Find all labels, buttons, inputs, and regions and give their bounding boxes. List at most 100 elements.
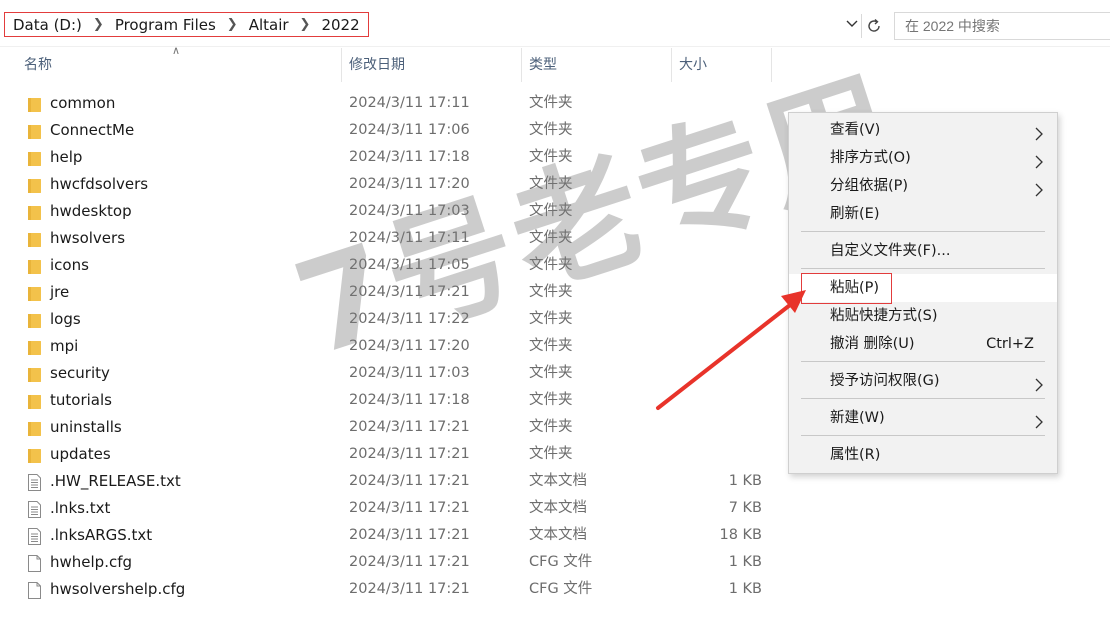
breadcrumb[interactable]: Data (D:) ❯ Program Files ❯ Altair ❯ 202… (4, 12, 369, 37)
file-type: 文本文档 (529, 527, 587, 543)
context-menu-item[interactable]: 自定义文件夹(F)... (789, 237, 1057, 265)
file-date: 2024/3/11 17:20 (349, 338, 470, 354)
file-row[interactable]: ConnectMe 2024/3/11 17:06 文件夹 (0, 117, 780, 144)
context-menu-item[interactable]: 属性(R) (789, 441, 1057, 469)
column-header-size[interactable]: 大小 (679, 48, 707, 82)
file-date: 2024/3/11 17:21 (349, 473, 470, 489)
chevron-down-icon[interactable] (843, 16, 861, 34)
file-row[interactable]: hwhelp.cfg 2024/3/11 17:21 CFG 文件 1 KB (0, 549, 780, 576)
menu-item-label: 自定义文件夹(F)... (830, 243, 951, 259)
context-menu-item[interactable]: 分组依据(P) (789, 172, 1057, 200)
folder-icon (27, 230, 42, 247)
file-type: 文件夹 (529, 392, 573, 408)
breadcrumb-drive[interactable]: Data (D:) (11, 16, 84, 34)
file-date: 2024/3/11 17:05 (349, 257, 470, 273)
file-name: mpi (50, 337, 79, 355)
file-row[interactable]: updates 2024/3/11 17:21 文件夹 (0, 441, 780, 468)
file-row[interactable]: uninstalls 2024/3/11 17:21 文件夹 (0, 414, 780, 441)
menu-separator (801, 268, 1045, 269)
file-row[interactable]: hwsolvers 2024/3/11 17:11 文件夹 (0, 225, 780, 252)
folder-icon (27, 311, 42, 328)
breadcrumb-altair[interactable]: Altair (247, 16, 291, 34)
file-name: icons (50, 256, 89, 274)
divider (0, 46, 1110, 47)
file-size: 18 KB (719, 527, 762, 543)
chevron-right-icon[interactable]: ❯ (84, 17, 113, 32)
file-row[interactable]: icons 2024/3/11 17:05 文件夹 (0, 252, 780, 279)
column-divider[interactable] (341, 48, 342, 82)
chevron-right-icon[interactable]: ❯ (291, 17, 320, 32)
blank-file-icon (27, 581, 42, 599)
file-row[interactable]: security 2024/3/11 17:03 文件夹 (0, 360, 780, 387)
chevron-right-icon (1033, 374, 1045, 392)
file-name: security (50, 364, 110, 382)
folder-icon (27, 365, 42, 382)
file-type: 文件夹 (529, 203, 573, 219)
context-menu-item[interactable]: 排序方式(O) (789, 144, 1057, 172)
file-size: 1 KB (728, 554, 762, 570)
file-date: 2024/3/11 17:11 (349, 95, 470, 111)
breadcrumb-program-files[interactable]: Program Files (113, 16, 218, 34)
chevron-right-icon (1033, 151, 1045, 169)
file-row[interactable]: help 2024/3/11 17:18 文件夹 (0, 144, 780, 171)
file-row[interactable]: logs 2024/3/11 17:22 文件夹 (0, 306, 780, 333)
folder-icon (27, 257, 42, 274)
file-row[interactable]: .lnks.txt 2024/3/11 17:21 文本文档 7 KB (0, 495, 780, 522)
menu-item-label: 粘贴快捷方式(S) (830, 308, 938, 324)
file-row[interactable]: hwdesktop 2024/3/11 17:03 文件夹 (0, 198, 780, 225)
menu-item-shortcut: Ctrl+Z (986, 336, 1034, 352)
context-menu-item[interactable]: 撤消 删除(U) Ctrl+Z (789, 330, 1057, 358)
column-header-name[interactable]: 名称 (24, 48, 52, 82)
file-row[interactable]: tutorials 2024/3/11 17:18 文件夹 (0, 387, 780, 414)
folder-icon (27, 419, 42, 436)
file-name: uninstalls (50, 418, 122, 436)
file-row[interactable]: mpi 2024/3/11 17:20 文件夹 (0, 333, 780, 360)
file-name: hwhelp.cfg (50, 553, 133, 571)
file-name: hwsolvershelp.cfg (50, 580, 186, 598)
column-divider[interactable] (771, 48, 772, 82)
file-type: CFG 文件 (529, 554, 593, 570)
file-date: 2024/3/11 17:18 (349, 149, 470, 165)
file-type: 文件夹 (529, 284, 573, 300)
column-divider[interactable] (521, 48, 522, 82)
blank-file-icon (27, 554, 42, 572)
context-menu-item[interactable]: 粘贴快捷方式(S) (789, 302, 1057, 330)
refresh-button[interactable] (861, 14, 885, 38)
address-bar[interactable]: Data (D:) ❯ Program Files ❯ Altair ❯ 202… (0, 8, 886, 42)
file-type: 文件夹 (529, 419, 573, 435)
menu-item-label: 刷新(E) (830, 206, 880, 222)
file-date: 2024/3/11 17:21 (349, 527, 470, 543)
context-menu-item[interactable]: 新建(W) (789, 404, 1057, 432)
context-menu-item[interactable]: 查看(V) (789, 116, 1057, 144)
file-type: 文件夹 (529, 95, 573, 111)
menu-separator (801, 231, 1045, 232)
context-menu-item[interactable]: 授予访问权限(G) (789, 367, 1057, 395)
file-row[interactable]: common 2024/3/11 17:11 文件夹 (0, 90, 780, 117)
file-date: 2024/3/11 17:21 (349, 500, 470, 516)
file-type: 文件夹 (529, 446, 573, 462)
search-input[interactable] (894, 12, 1110, 40)
context-menu-item[interactable]: 刷新(E) (789, 200, 1057, 228)
file-row[interactable]: .HW_RELEASE.txt 2024/3/11 17:21 文本文档 1 KB (0, 468, 780, 495)
file-row[interactable]: jre 2024/3/11 17:21 文件夹 (0, 279, 780, 306)
file-type: 文本文档 (529, 473, 587, 489)
file-type: 文件夹 (529, 365, 573, 381)
file-name: .lnks.txt (50, 499, 111, 517)
column-header-date[interactable]: 修改日期 (349, 48, 405, 82)
chevron-right-icon[interactable]: ❯ (218, 17, 247, 32)
menu-item-label: 查看(V) (830, 122, 881, 138)
file-row[interactable]: .lnksARGS.txt 2024/3/11 17:21 文本文档 18 KB (0, 522, 780, 549)
file-row[interactable]: hwsolvershelp.cfg 2024/3/11 17:21 CFG 文件 1 … (0, 576, 780, 603)
menu-item-label: 属性(R) (830, 447, 881, 463)
chevron-right-icon (1033, 411, 1045, 429)
file-date: 2024/3/11 17:03 (349, 203, 470, 219)
breadcrumb-2022[interactable]: 2022 (319, 16, 361, 34)
file-name: hwcfdsolvers (50, 175, 149, 193)
file-type: 文件夹 (529, 338, 573, 354)
folder-icon (27, 122, 42, 139)
column-header-type[interactable]: 类型 (529, 48, 557, 82)
menu-item-label: 授予访问权限(G) (830, 373, 940, 389)
column-divider[interactable] (671, 48, 672, 82)
file-row[interactable]: hwcfdsolvers 2024/3/11 17:20 文件夹 (0, 171, 780, 198)
folder-icon (27, 176, 42, 193)
